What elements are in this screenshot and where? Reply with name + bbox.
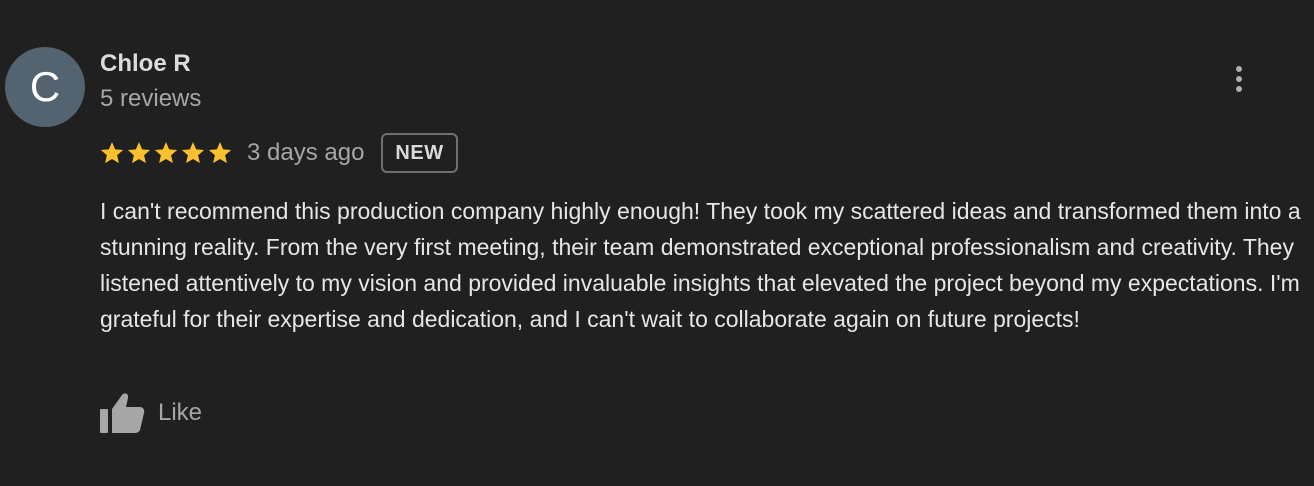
avatar[interactable]: C (5, 47, 85, 127)
more-options-button[interactable] (1224, 62, 1254, 96)
review-card: C Chloe R 5 reviews 3 days ago NEW I can… (0, 0, 1314, 486)
like-label: Like (158, 399, 203, 426)
star-rating (99, 140, 233, 166)
reviewer-name[interactable]: Chloe R (100, 50, 191, 78)
star-icon (181, 141, 205, 164)
more-vertical-icon-dot (1236, 86, 1242, 92)
avatar-initial: C (29, 63, 61, 110)
review-time: 3 days ago (247, 139, 365, 166)
review-text: I can't recommend this production compan… (100, 198, 1301, 332)
star-icon (127, 141, 151, 164)
new-badge: NEW (381, 133, 458, 173)
thumbs-up-icon (100, 393, 145, 433)
more-vertical-icon-dot (1236, 76, 1242, 82)
rating-row: 3 days ago NEW (99, 131, 458, 175)
like-button[interactable]: Like (98, 390, 202, 436)
star-icon (208, 141, 232, 164)
review-count: 5 reviews (100, 85, 202, 112)
more-vertical-icon (1236, 66, 1242, 72)
star-icon (154, 141, 178, 164)
star-icon (100, 141, 124, 164)
